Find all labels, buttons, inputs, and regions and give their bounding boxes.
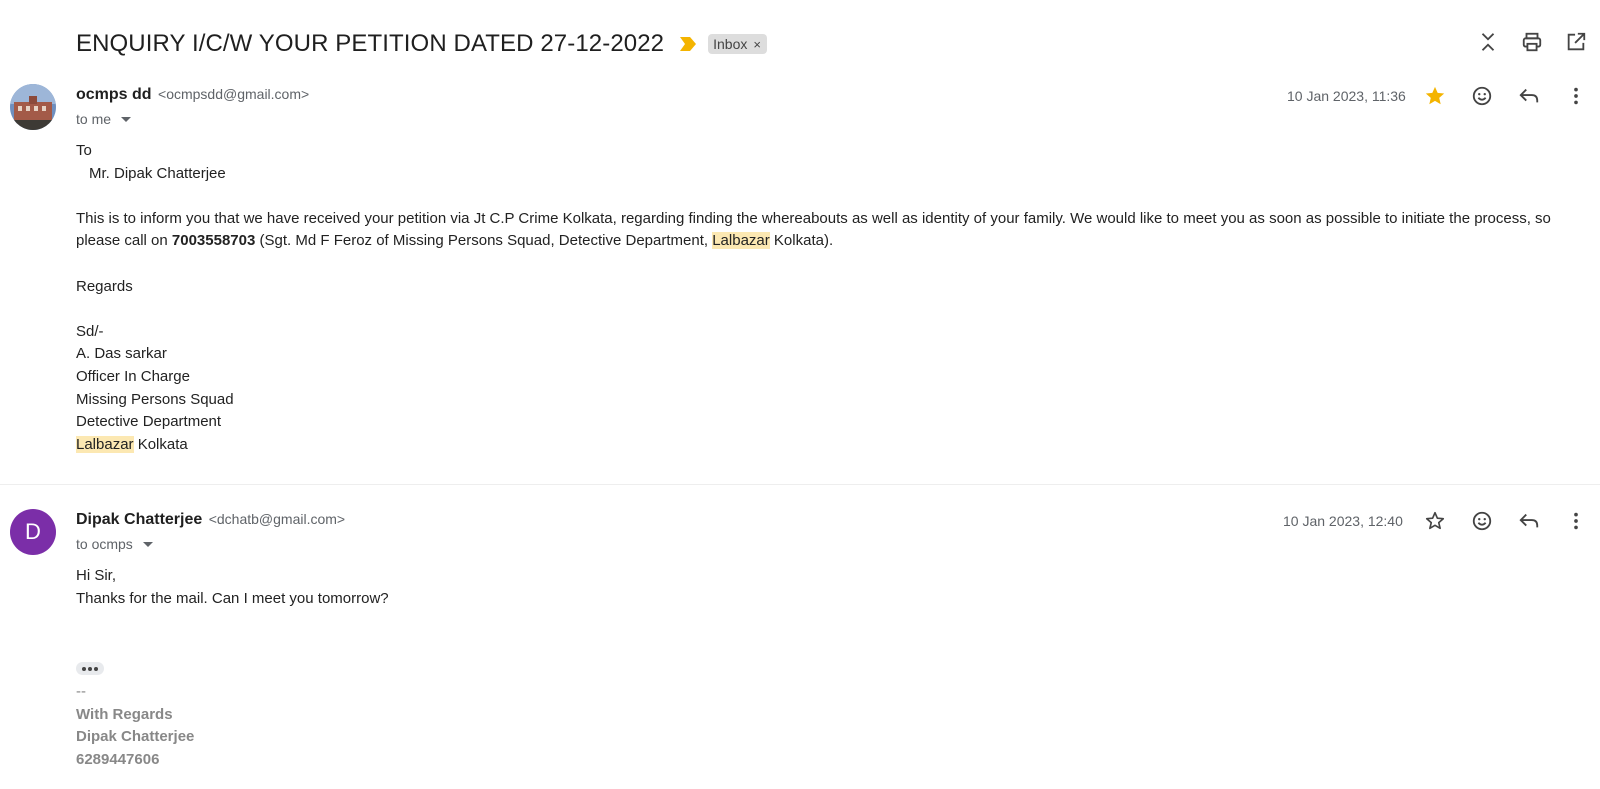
signature-phone: 6289447606 (76, 750, 160, 768)
sender-avatar[interactable] (10, 84, 56, 130)
thread-actions (1476, 30, 1588, 54)
open-in-new-window-icon[interactable] (1564, 30, 1588, 54)
more-options-icon[interactable] (1564, 84, 1588, 108)
sig-title: Officer In Charge (76, 367, 190, 385)
signature: -- With Regards Dipak Chatterjee 6289447… (76, 681, 194, 771)
reply-icon[interactable] (1517, 509, 1541, 533)
message-date: 10 Jan 2023, 11:36 (1287, 88, 1406, 104)
sender-name[interactable]: Dipak Chatterjee (76, 511, 202, 528)
star-filled-icon[interactable] (1423, 84, 1447, 108)
importance-marker-icon[interactable] (680, 37, 697, 51)
sender-name[interactable]: ocmps dd (76, 86, 152, 103)
collapse-all-icon[interactable] (1476, 30, 1500, 54)
search-highlight: Lalbazar (712, 232, 770, 250)
dot-icon (82, 666, 86, 671)
more-options-icon[interactable] (1564, 509, 1588, 533)
message-body: Hi Sir, Thanks for the mail. Can I meet … (76, 565, 1586, 610)
sender-email: <dchatb@gmail.com> (208, 511, 346, 527)
signature-dashes: -- (76, 683, 86, 700)
inbox-label-text: Inbox (713, 36, 748, 52)
sender-line: ocmps dd <ocmpsdd@gmail.com> (76, 86, 309, 104)
subject-header: ENQUIRY I/C/W YOUR PETITION DATED 27-12-… (76, 24, 767, 64)
message-date: 10 Jan 2023, 12:40 (1283, 513, 1403, 529)
sig-location: Lalbazar Kolkata (76, 435, 188, 453)
message-body: To Mr. Dipak Chatterjee This is to infor… (76, 140, 1586, 456)
show-trimmed-content-button[interactable] (76, 662, 104, 675)
sig-unit: Missing Persons Squad (76, 390, 234, 408)
star-outline-icon[interactable] (1423, 509, 1447, 533)
emoji-reaction-icon[interactable] (1470, 509, 1494, 533)
signature-regards: With Regards (76, 705, 173, 723)
recipient-details-toggle[interactable]: to me (76, 111, 132, 127)
body-to-line: To (76, 142, 92, 159)
dot-icon (94, 666, 98, 671)
body-regards: Regards (76, 277, 133, 295)
email-subject: ENQUIRY I/C/W YOUR PETITION DATED 27-12-… (76, 30, 665, 57)
chevron-down-icon[interactable] (142, 541, 153, 547)
reply-icon[interactable] (1517, 84, 1541, 108)
recipient-details-toggle[interactable]: to ocmps (76, 536, 153, 552)
body-recipient: Mr. Dipak Chatterjee (89, 164, 226, 182)
sig-name: A. Das sarkar (76, 345, 167, 363)
message-actions (1423, 509, 1588, 533)
message-divider (0, 484, 1600, 485)
signature-name: Dipak Chatterjee (76, 728, 195, 746)
body-paragraph: This is to inform you that we have recei… (76, 209, 1551, 250)
sender-line: Dipak Chatterjee <dchatb@gmail.com> (76, 511, 345, 529)
recipient-summary: to ocmps (76, 536, 133, 552)
chevron-down-icon[interactable] (121, 116, 132, 122)
sender-avatar[interactable]: D (10, 509, 56, 555)
sender-email: <ocmpsdd@gmail.com> (158, 86, 310, 102)
inbox-label-chip[interactable]: Inbox × (708, 34, 767, 54)
emoji-reaction-icon[interactable] (1470, 84, 1494, 108)
body-greeting: Hi Sir, (76, 567, 117, 584)
recipient-summary: to me (76, 111, 112, 127)
search-highlight: Lalbazar (76, 435, 134, 453)
body-line: Thanks for the mail. Can I meet you tomo… (76, 589, 389, 607)
print-icon[interactable] (1520, 30, 1544, 54)
remove-label-icon[interactable]: × (753, 37, 761, 52)
dot-icon (88, 666, 92, 671)
sig-sd: Sd/- (76, 322, 104, 340)
phone-number: 7003558703 (171, 232, 256, 250)
sig-dept: Detective Department (76, 413, 222, 431)
message-actions (1423, 84, 1588, 108)
